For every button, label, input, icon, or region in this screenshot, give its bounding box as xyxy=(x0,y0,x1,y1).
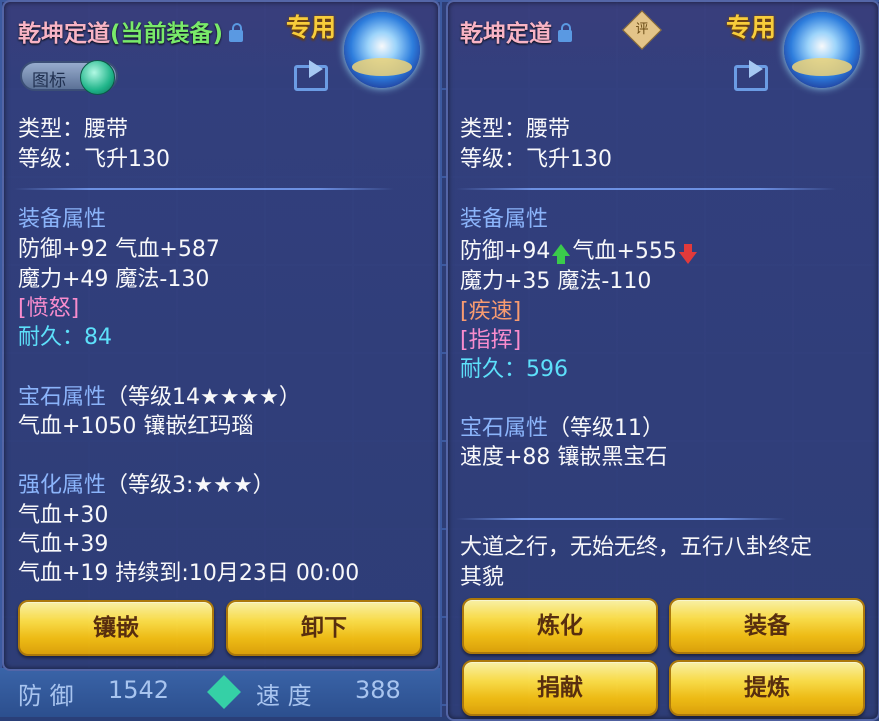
toggle-knob xyxy=(80,60,115,95)
increase-arrow-icon xyxy=(552,244,571,264)
gem-level: （等级14★★★★） xyxy=(106,385,301,410)
enhance-line: 气血+39 xyxy=(18,532,109,557)
decrease-arrow-icon xyxy=(678,244,697,264)
enhance-header: 强化属性（等级3:★★★） xyxy=(18,473,275,498)
special-effect: [指挥] xyxy=(460,328,522,353)
attr-line: 魔力+49 魔法-130 xyxy=(18,267,210,292)
current-equipped-tag: (当前装备) xyxy=(110,21,224,47)
equip-button[interactable]: 装备 xyxy=(669,598,865,654)
belt-item-icon xyxy=(344,12,420,88)
item-type: 类型：腰带 xyxy=(460,117,571,142)
gem-line: 气血+1050 镶嵌红玛瑙 xyxy=(18,414,254,439)
compare-item-tooltip: 乾坤定道 评 专用 类型：腰带 等级：飞升130 装备属性 防御+94 气血+55… xyxy=(446,0,879,721)
attr-line: 防御+94 气血+555 xyxy=(460,237,699,266)
divider xyxy=(456,188,836,190)
item-description: 大道之行，无始无终，五行八卦终定 xyxy=(460,535,813,560)
item-description: 其貌 xyxy=(460,565,505,590)
lock-icon xyxy=(558,23,572,42)
attr-defense: 防御+94 xyxy=(460,239,551,264)
exclusive-tag: 专用 xyxy=(286,13,337,42)
current-equipment-tooltip: 乾坤定道(当前装备) 专用 图标 类型：腰带 等级：飞升130 装备属性 防御+… xyxy=(2,0,440,671)
item-title: 乾坤定道 xyxy=(460,14,572,48)
share-icon[interactable] xyxy=(734,60,768,91)
attr-hp: 气血+555 xyxy=(572,239,677,264)
enhance-line: 气血+30 xyxy=(18,503,109,528)
special-effect: [疾速] xyxy=(460,299,522,324)
defense-label: 防 御 xyxy=(18,682,74,710)
unequip-button[interactable]: 卸下 xyxy=(226,600,422,656)
defense-value: 1542 xyxy=(108,676,170,704)
inlay-button[interactable]: 镶嵌 xyxy=(18,600,214,656)
durability-value: 84 xyxy=(84,325,113,350)
exclusive-tag: 专用 xyxy=(726,13,777,42)
gem-header: 宝石属性（等级11） xyxy=(460,416,665,441)
enhance-line: 气血+19 持续到:10月23日 00:00 xyxy=(18,561,360,586)
attr-header: 装备属性 xyxy=(18,207,107,232)
gem-level: （等级11） xyxy=(548,416,665,441)
icon-toggle[interactable]: 图标 xyxy=(20,60,118,95)
attr-line: 魔力+35 魔法-110 xyxy=(460,269,652,294)
rating-badge-icon[interactable]: 评 xyxy=(622,10,662,50)
special-effect: [愤怒] xyxy=(18,296,80,321)
extract-button[interactable]: 提炼 xyxy=(669,660,865,716)
lock-icon xyxy=(229,23,244,42)
share-icon[interactable] xyxy=(294,60,328,91)
divider xyxy=(14,188,394,190)
toggle-label: 图标 xyxy=(32,71,66,91)
speed-label: 速 度 xyxy=(256,682,312,710)
speed-gem-icon xyxy=(207,675,241,709)
attr-line: 防御+92 气血+587 xyxy=(18,237,220,262)
durability: 耐久：596 xyxy=(460,357,569,382)
speed-value: 388 xyxy=(355,676,401,704)
enhance-level: （等级3:★★★） xyxy=(106,473,275,498)
belt-item-icon xyxy=(784,12,860,88)
gem-header: 宝石属性（等级14★★★★） xyxy=(18,385,301,410)
item-title: 乾坤定道(当前装备) xyxy=(18,14,244,48)
donate-button[interactable]: 捐献 xyxy=(462,660,658,716)
item-level: 等级：飞升130 xyxy=(18,147,170,172)
attr-header: 装备属性 xyxy=(460,207,549,232)
item-level: 等级：飞升130 xyxy=(460,147,612,172)
durability-value: 596 xyxy=(526,357,569,382)
gem-line: 速度+88 镶嵌黑宝石 xyxy=(460,445,668,470)
stats-bar: 防 御 1542 速 度 388 xyxy=(0,668,440,717)
durability: 耐久：84 xyxy=(18,325,113,350)
item-type: 类型：腰带 xyxy=(18,117,129,142)
divider xyxy=(456,518,786,520)
refine-button[interactable]: 炼化 xyxy=(462,598,658,654)
